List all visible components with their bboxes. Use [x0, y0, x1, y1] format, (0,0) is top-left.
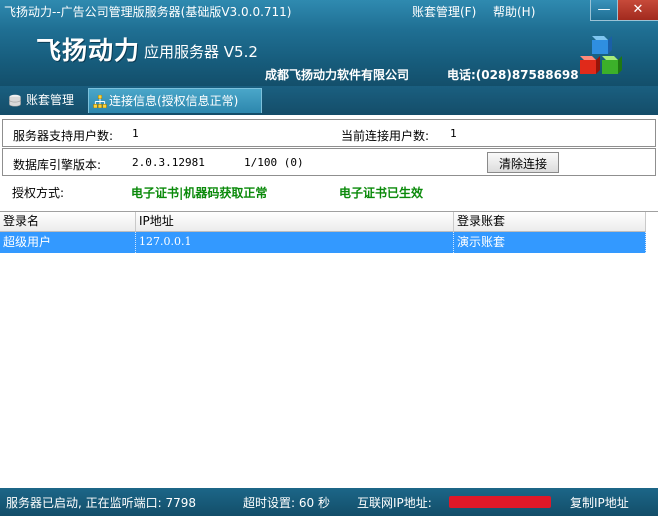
- column-header-account[interactable]: 登录账套: [454, 212, 646, 231]
- tab-connection-label: 连接信息(授权信息正常): [109, 94, 239, 108]
- colored-cubes-icon: [580, 36, 622, 74]
- db-version-value: 2.0.3.12981: [132, 156, 205, 169]
- tab-connection-info[interactable]: 连接信息(授权信息正常): [88, 88, 262, 113]
- info-row-db: 数据库引擎版本: 2.0.3.12981 1/100 (0) 清除连接: [2, 148, 656, 176]
- column-header-login[interactable]: 登录名: [0, 212, 136, 231]
- copy-ip-button[interactable]: 复制IP地址: [570, 494, 629, 511]
- info-row-auth: 授权方式: 电子证书|机器码获取正常 电子证书已生效: [2, 177, 656, 205]
- company-phone: 电话:(028)87588698: [447, 68, 579, 82]
- auth-method-label: 授权方式:: [12, 186, 65, 200]
- table-header: 登录名 IP地址 登录账套: [0, 212, 646, 232]
- status-bar: 服务器已启动, 正在监听端口: 7798 超时设置: 60 秒 互联网IP地址:…: [0, 488, 658, 516]
- connections-table: 登录名 IP地址 登录账套 超级用户 127.0.0.1 演示账套: [0, 211, 658, 489]
- auth-status-text: 电子证书|机器码获取正常: [131, 186, 268, 200]
- info-row-users: 服务器支持用户数: 1 当前连接用户数: 1: [2, 119, 656, 147]
- internet-ip-label: 互联网IP地址:: [357, 496, 432, 510]
- close-icon: ✕: [632, 2, 644, 17]
- current-users-label: 当前连接用户数:: [341, 129, 430, 143]
- minimize-icon: —: [597, 2, 611, 17]
- connection-info-panel: 服务器支持用户数: 1 当前连接用户数: 1 数据库引擎版本: 2.0.3.12…: [0, 115, 658, 212]
- cell-login: 超级用户: [0, 232, 136, 253]
- window-title: 飞扬动力--广告公司管理版服务器(基础版V3.0.0.711): [4, 5, 292, 19]
- cell-account: 演示账套: [454, 232, 646, 253]
- company-name: 成都飞扬动力软件有限公司: [265, 68, 410, 82]
- app-subtitle: 应用服务器 V5.2: [144, 43, 258, 61]
- network-icon: [93, 95, 107, 108]
- cert-status-text: 电子证书已生效: [339, 186, 424, 200]
- listening-status: 服务器已启动, 正在监听端口: 7798: [6, 496, 197, 510]
- minimize-button[interactable]: —: [590, 0, 618, 21]
- supported-users-value: 1: [132, 127, 139, 140]
- header: 飞扬动力--广告公司管理版服务器(基础版V3.0.0.711) 账套管理(F) …: [0, 0, 658, 86]
- close-button[interactable]: ✕: [617, 0, 658, 21]
- cell-ip: 127.0.0.1: [136, 232, 454, 253]
- current-users-value: 1: [450, 127, 457, 140]
- server-window: 飞扬动力--广告公司管理版服务器(基础版V3.0.0.711) 账套管理(F) …: [0, 0, 658, 516]
- clear-connections-button[interactable]: 清除连接: [487, 152, 559, 173]
- menu-account[interactable]: 账套管理(F): [412, 3, 476, 20]
- app-name: 飞扬动力: [36, 36, 141, 65]
- tab-bar: 账套管理 连接信息(授权信息正常): [0, 86, 658, 115]
- timeout-setting: 超时设置: 60 秒: [243, 496, 330, 510]
- column-header-ip[interactable]: IP地址: [136, 212, 454, 231]
- tab-account-label: 账套管理: [26, 93, 75, 107]
- menu-help[interactable]: 帮助(H): [493, 3, 535, 20]
- db-usage-value: 1/100 (0): [244, 156, 304, 169]
- title-bar[interactable]: 飞扬动力--广告公司管理版服务器(基础版V3.0.0.711) 账套管理(F) …: [0, 0, 658, 22]
- database-icon: [9, 94, 21, 107]
- redacted-ip: [449, 496, 551, 508]
- table-row[interactable]: 超级用户 127.0.0.1 演示账套: [0, 232, 646, 253]
- supported-users-label: 服务器支持用户数:: [13, 129, 114, 143]
- db-version-label: 数据库引擎版本:: [13, 158, 102, 172]
